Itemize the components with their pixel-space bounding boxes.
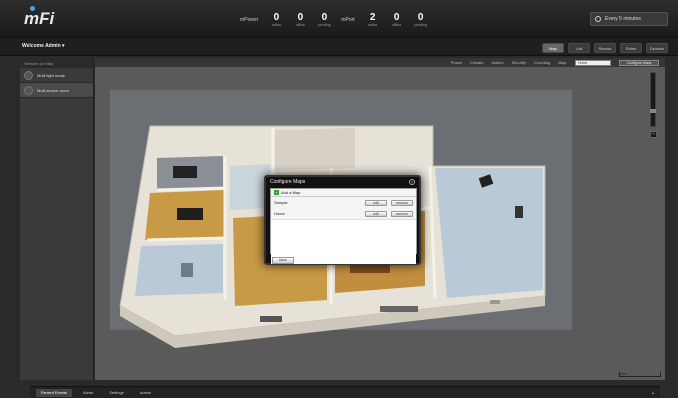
sidebar-header: Sensors on Map — [20, 58, 93, 68]
mport-label: mPort — [341, 17, 355, 23]
tab-alerts[interactable]: Alerts — [78, 389, 98, 397]
mpower-pending[interactable]: 0 pending — [315, 12, 333, 28]
sensor-icon — [24, 70, 33, 80]
mpower-label: mPower — [240, 17, 259, 23]
map-name: Home — [274, 211, 285, 216]
zoom-out-button[interactable]: − — [650, 131, 657, 138]
sub-bar: Welcome Admin ▾ Map List Sensor Rules De… — [0, 38, 678, 56]
edit-map-button[interactable]: edit — [365, 199, 387, 206]
tab-list[interactable]: List — [568, 43, 590, 53]
sidebar-item-label: Multi light mode — [37, 72, 66, 78]
mport-offline[interactable]: 0 offline — [388, 12, 406, 28]
close-button[interactable]: close — [272, 257, 294, 264]
dialog-title: Configure Maps — [270, 179, 306, 185]
tab-bottom-settings[interactable]: Settings — [104, 389, 128, 397]
map-scale: 10m — [619, 372, 661, 377]
map-select-label: Map: — [558, 60, 567, 65]
bottom-bar: Recent Events Alerts Settings Admin ▴ — [30, 386, 660, 398]
filter-security[interactable]: Security — [512, 60, 526, 65]
mpower-offline[interactable]: 0 offline — [291, 12, 309, 28]
map-row: Sample edit remove — [271, 197, 416, 208]
time-range-select[interactable]: Every 5 minutes — [590, 12, 668, 26]
tab-admin[interactable]: Admin — [135, 389, 156, 397]
filter-counting[interactable]: Counting — [534, 60, 550, 65]
remove-map-button[interactable]: remove — [391, 210, 413, 217]
app-logo: mFi — [24, 9, 55, 28]
collapse-icon[interactable]: ▴ — [650, 390, 656, 396]
remove-map-button[interactable]: remove — [391, 199, 413, 206]
add-map-label: Add a Map — [281, 190, 301, 195]
tab-rules[interactable]: Rules — [620, 43, 642, 53]
tab-recent-events[interactable]: Recent Events — [36, 389, 73, 397]
plus-icon: + — [274, 190, 279, 195]
bottom-tabs: Recent Events Alerts Settings Admin — [36, 389, 156, 397]
zoom-slider[interactable] — [650, 72, 656, 127]
sidebar-item-label: Multi sensor room — [37, 87, 69, 93]
filter-power[interactable]: Power — [451, 60, 462, 65]
sidebar: Sensors on Map Multi light mode Multi se… — [20, 58, 94, 380]
tab-sensor[interactable]: Sensor — [594, 43, 616, 53]
mport-online[interactable]: 2 online — [364, 12, 382, 28]
view-tabs: Map List Sensor Rules Devices — [542, 43, 668, 53]
map-toolbar: Power Climate Motion Security Counting M… — [95, 58, 665, 67]
sidebar-item-multi-sensor[interactable]: Multi sensor room — [20, 83, 93, 98]
map-row: Home edit remove — [271, 208, 416, 219]
configure-maps-button[interactable]: Configure Maps — [619, 59, 659, 66]
map-select[interactable]: Home — [575, 59, 611, 66]
filter-climate[interactable]: Climate — [470, 60, 484, 65]
sidebar-item-multi-light[interactable]: Multi light mode — [20, 68, 93, 83]
status-summary: mPower 0 online 0 offline 0 pending mPort 2… — [238, 9, 430, 31]
edit-map-button[interactable]: edit — [365, 210, 387, 217]
tab-devices[interactable]: Devices — [646, 43, 668, 53]
time-range-label: Every 5 minutes — [605, 16, 641, 22]
mpower-online[interactable]: 0 online — [267, 12, 285, 28]
filter-motion[interactable]: Motion — [492, 60, 504, 65]
tab-map[interactable]: Map — [542, 43, 564, 53]
close-icon[interactable]: × — [409, 179, 415, 185]
zoom-slider-thumb[interactable] — [650, 109, 656, 113]
top-bar: mFi mPower 0 online 0 offline 0 pending mPo… — [0, 0, 678, 38]
map-name: Sample — [274, 200, 288, 205]
user-menu[interactable]: Welcome Admin ▾ — [22, 43, 65, 49]
configure-maps-dialog: Configure Maps × + Add a Map Sample edit… — [264, 175, 421, 265]
clock-icon — [595, 16, 601, 22]
add-map-button[interactable]: + Add a Map — [271, 189, 416, 197]
mport-pending[interactable]: 0 pending — [412, 12, 430, 28]
dialog-body: + Add a Map Sample edit remove Home edit… — [270, 188, 417, 264]
sensor-icon — [24, 85, 33, 95]
